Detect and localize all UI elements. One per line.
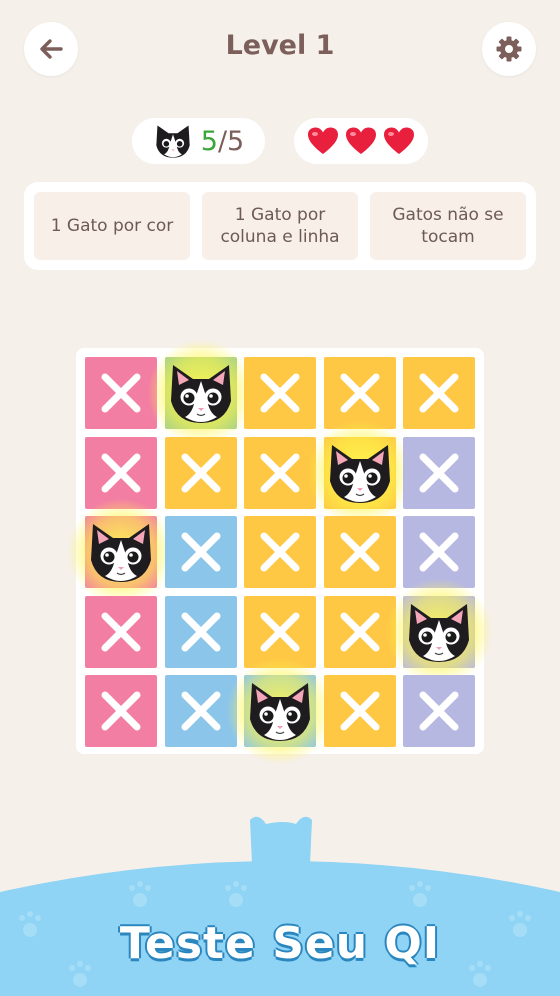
cats-total-count: /5 (217, 125, 245, 157)
rule-cats-dont-touch: Gatos não se tocam (370, 192, 526, 260)
board-cell[interactable] (164, 595, 237, 668)
board-cell[interactable] (403, 436, 475, 509)
promo-title: Teste Seu QI (119, 918, 441, 969)
x-mark-icon (181, 532, 220, 572)
cats-found-counter: 5/5 (132, 118, 265, 164)
cat-face-icon (409, 603, 469, 662)
board-cell[interactable] (67, 498, 175, 606)
x-mark-icon (101, 612, 141, 651)
board-cell[interactable] (226, 657, 334, 765)
board-cell[interactable] (85, 675, 157, 747)
x-mark-icon (340, 691, 379, 731)
x-mark-icon (419, 453, 459, 492)
level-title: Level 1 (225, 30, 335, 61)
cats-found-count: 5 (200, 125, 218, 157)
puzzle-board (67, 339, 493, 765)
x-mark-icon (101, 373, 141, 413)
board-cell[interactable] (164, 436, 237, 509)
x-mark-icon (181, 453, 220, 492)
board-cell[interactable] (385, 577, 493, 686)
x-mark-icon (260, 373, 300, 413)
cat-face-icon (250, 683, 310, 741)
board-cell[interactable] (403, 675, 475, 747)
cat-face-icon (156, 125, 190, 158)
x-mark-icon (101, 691, 141, 731)
x-mark-icon (260, 453, 300, 492)
gear-icon (496, 36, 522, 62)
heart-icon (384, 127, 414, 154)
cat-face-icon (170, 365, 231, 423)
board-cell[interactable] (323, 516, 396, 588)
board-cell[interactable] (403, 357, 475, 429)
x-mark-icon (260, 612, 300, 651)
x-mark-icon (181, 612, 220, 651)
board-cell[interactable] (146, 339, 255, 447)
settings-button[interactable] (482, 22, 536, 76)
x-mark-icon (419, 373, 459, 413)
top-bar: Level 1 (0, 0, 560, 96)
rule-one-cat-per-color: 1 Gato por cor (34, 192, 190, 260)
cat-face-icon (91, 524, 151, 582)
x-mark-icon (181, 691, 220, 731)
rule-one-cat-per-row-column: 1 Gato por coluna e linha (202, 192, 358, 260)
x-mark-icon (419, 691, 459, 731)
board-cell[interactable] (244, 516, 316, 588)
heart-icon (346, 127, 376, 154)
x-mark-icon (101, 453, 141, 492)
board-cell[interactable] (164, 516, 237, 588)
x-mark-icon (340, 612, 379, 651)
cat-face-icon (329, 444, 390, 503)
x-mark-icon (340, 532, 379, 572)
board-cell[interactable] (305, 418, 414, 527)
heart-icon (308, 127, 338, 154)
lives-display (294, 118, 428, 164)
board-cell[interactable] (85, 595, 157, 668)
x-mark-icon (419, 532, 459, 572)
x-mark-icon (340, 373, 379, 413)
x-mark-icon (260, 532, 300, 572)
rules-panel: 1 Gato por cor 1 Gato por coluna e linha… (24, 182, 536, 270)
board-cell[interactable] (244, 357, 316, 429)
board-cell[interactable] (323, 675, 396, 747)
